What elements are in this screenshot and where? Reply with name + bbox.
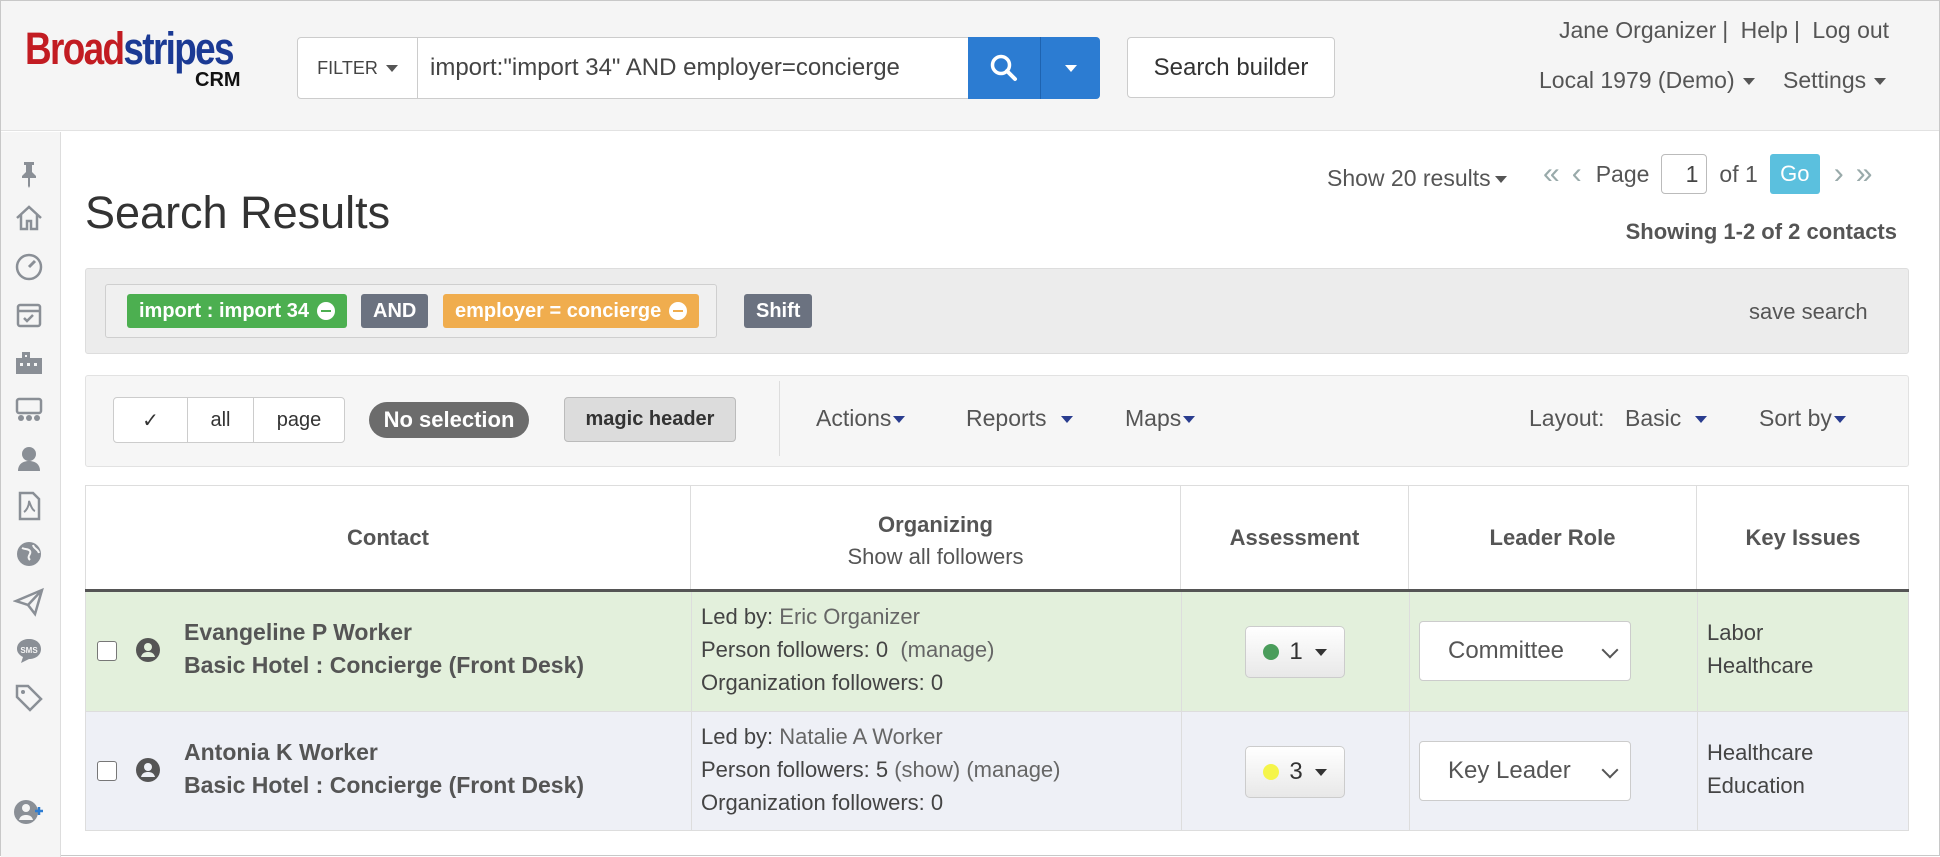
- contact-employer-link[interactable]: Basic Hotel : Concierge (Front Desk): [184, 649, 584, 682]
- assessment-dropdown[interactable]: 3: [1245, 746, 1345, 798]
- reports-menu[interactable]: Reports: [966, 405, 1073, 432]
- leader-role-select[interactable]: Committee: [1419, 621, 1631, 681]
- assessment-dropdown[interactable]: 1: [1245, 626, 1345, 678]
- contact-name-link[interactable]: Antonia K Worker: [184, 736, 378, 769]
- organization-followers: Organization followers: 0: [701, 670, 944, 695]
- column-header-assessment[interactable]: Assessment: [1181, 485, 1409, 590]
- logout-link[interactable]: Log out: [1812, 17, 1889, 43]
- sidebar: SMS: [1, 132, 61, 857]
- page-of-label: of 1: [1719, 160, 1758, 187]
- page-number-input[interactable]: 1: [1661, 154, 1708, 194]
- support-icon[interactable]: [13, 442, 45, 474]
- globe-icon[interactable]: [13, 538, 45, 570]
- results-count: Showing 1-2 of 2 contacts: [1625, 219, 1897, 244]
- organizer-link[interactable]: Natalie A Worker: [779, 724, 942, 749]
- leader-role-select[interactable]: Key Leader: [1419, 741, 1631, 801]
- search-button[interactable]: [968, 37, 1040, 99]
- sms-icon[interactable]: SMS: [13, 634, 45, 666]
- next-page-icon[interactable]: ›: [1834, 159, 1844, 189]
- save-search-link[interactable]: save search: [1749, 299, 1868, 325]
- assessment-dot-icon: [1263, 644, 1280, 660]
- home-icon[interactable]: [13, 202, 45, 234]
- select-page-button[interactable]: page: [254, 398, 344, 442]
- select-all-button[interactable]: all: [188, 398, 254, 442]
- maps-menu[interactable]: Maps: [1125, 405, 1196, 432]
- send-icon[interactable]: [13, 586, 45, 618]
- dashboard-icon[interactable]: [13, 250, 45, 282]
- pdf-icon[interactable]: [13, 490, 45, 522]
- led-by: Led by: Natalie A Worker: [701, 724, 943, 749]
- broadstripes-logo[interactable]: Broadstripes CRM: [25, 26, 279, 91]
- column-header-leader-role[interactable]: Leader Role: [1409, 485, 1697, 590]
- row-checkbox[interactable]: [97, 641, 117, 661]
- person-icon: [136, 758, 160, 782]
- remove-filter-icon[interactable]: [669, 302, 688, 320]
- results-per-page-dropdown[interactable]: Show 20 results: [1327, 165, 1507, 192]
- chevron-down-icon: [1601, 641, 1619, 659]
- help-link[interactable]: Help: [1741, 17, 1788, 43]
- tag-icon[interactable]: [13, 682, 45, 714]
- sort-by-dropdown[interactable]: Sort by: [1759, 405, 1846, 432]
- add-person-icon[interactable]: [13, 796, 45, 828]
- person-followers: Person followers: 5 (show) (manage): [701, 757, 1061, 782]
- first-page-icon[interactable]: «: [1543, 159, 1560, 189]
- prev-page-icon[interactable]: ‹: [1572, 159, 1582, 189]
- remove-filter-icon[interactable]: [317, 302, 336, 320]
- manage-followers-link[interactable]: (manage): [900, 637, 994, 662]
- filter-dropdown[interactable]: FILTER: [298, 38, 418, 98]
- column-header-key-issues[interactable]: Key Issues: [1697, 485, 1909, 590]
- go-button[interactable]: Go: [1769, 154, 1820, 194]
- calendar-icon[interactable]: [13, 298, 45, 330]
- settings-menu[interactable]: Settings: [1783, 67, 1887, 94]
- user-name-link[interactable]: Jane Organizer: [1559, 17, 1716, 43]
- pin-icon[interactable]: [13, 158, 45, 190]
- user-menu: Jane Organizer | Help | Log out: [1559, 17, 1890, 43]
- search-options-dropdown[interactable]: [1040, 37, 1100, 99]
- contact-employer-link[interactable]: Basic Hotel : Concierge (Front Desk): [184, 769, 584, 802]
- shift-badge[interactable]: Shift: [744, 294, 813, 328]
- page-title: Search Results: [85, 187, 391, 238]
- organizing-icon[interactable]: [13, 394, 45, 426]
- search-builder-button[interactable]: Search builder: [1127, 37, 1335, 98]
- row-checkbox[interactable]: [97, 761, 117, 781]
- selection-status-badge: No selection: [369, 402, 529, 438]
- contact-name-link[interactable]: Evangeline P Worker: [184, 616, 412, 649]
- assessment-dot-icon: [1263, 764, 1280, 780]
- filter-chip-employer[interactable]: employer = concierge: [443, 294, 700, 328]
- column-header-organizing[interactable]: Organizing Show all followers: [691, 485, 1181, 590]
- last-page-icon[interactable]: »: [1856, 159, 1873, 189]
- search-input[interactable]: import:"import 34" AND employer=concierg…: [418, 54, 1057, 82]
- layout-label: Layout:: [1529, 405, 1605, 431]
- person-icon: [136, 638, 160, 662]
- filter-chip-import[interactable]: import : import 34: [127, 294, 348, 328]
- show-manage-followers-link[interactable]: (show) (manage): [894, 757, 1060, 782]
- magic-header-button[interactable]: magic header: [564, 397, 736, 442]
- svg-text:SMS: SMS: [20, 646, 38, 655]
- show-all-followers-link[interactable]: Show all followers: [847, 544, 1023, 570]
- select-check-button[interactable]: ✓: [114, 398, 188, 442]
- selection-button-group: ✓ all page: [113, 397, 345, 443]
- org-switcher[interactable]: Local 1979 (Demo): [1539, 67, 1755, 94]
- chevron-down-icon: [1601, 761, 1619, 779]
- column-header-contact[interactable]: Contact: [86, 485, 691, 590]
- key-issues: Healthcare Education: [1707, 740, 1814, 798]
- layout-dropdown[interactable]: Basic: [1625, 405, 1708, 432]
- building-icon[interactable]: [13, 346, 45, 378]
- pagination: « ‹ Page 1 of 1 Go › »: [1537, 153, 1878, 195]
- filter-operator-and[interactable]: AND: [361, 294, 429, 328]
- organization-followers: Organization followers: 0: [701, 790, 944, 815]
- organizer-link[interactable]: Eric Organizer: [779, 604, 920, 629]
- actions-menu[interactable]: Actions: [816, 405, 906, 432]
- key-issues: Labor Healthcare: [1707, 620, 1814, 678]
- page-label: Page: [1595, 160, 1650, 187]
- led-by: Led by: Eric Organizer: [701, 604, 920, 629]
- person-followers: Person followers: 0 (manage): [701, 637, 995, 662]
- search-icon: [990, 54, 1017, 81]
- toolbar-divider: [779, 381, 780, 456]
